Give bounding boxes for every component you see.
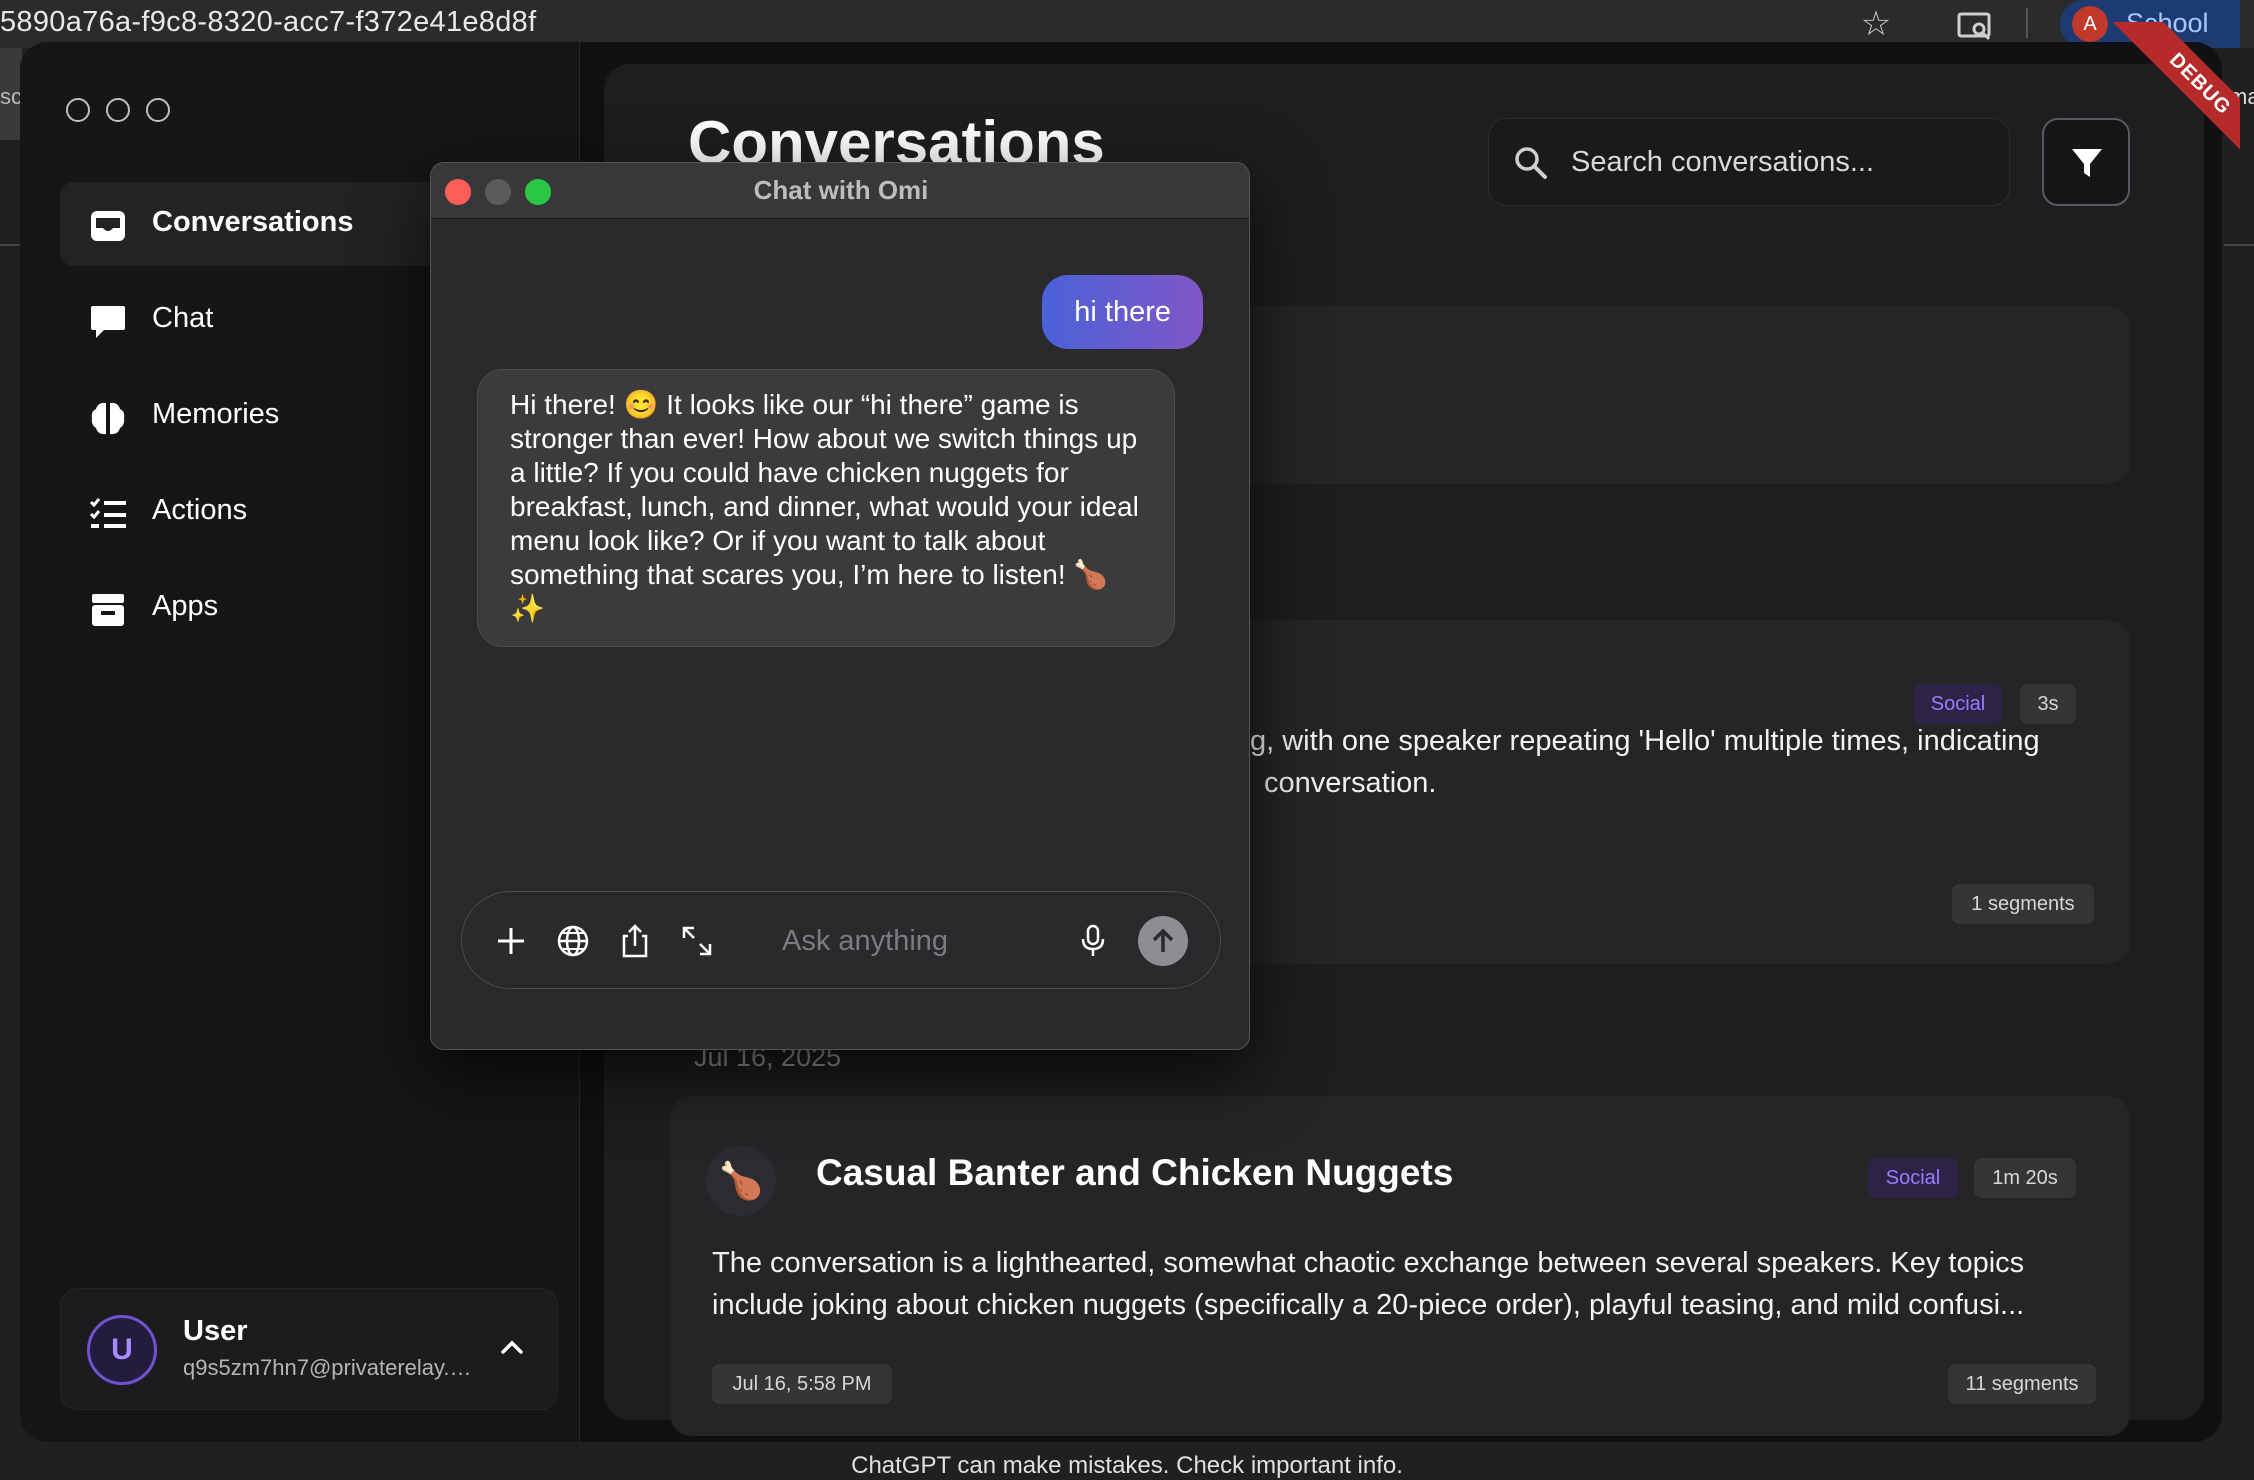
cast-icon[interactable] (1955, 6, 1995, 46)
window-zoom-control[interactable] (146, 98, 170, 122)
timestamp-badge: Jul 16, 5:58 PM (712, 1364, 892, 1404)
duration-badge: 3s (2020, 684, 2076, 724)
sidebar-item-label: Apps (152, 590, 219, 622)
message-composer (461, 891, 1221, 989)
user-name: User (183, 1315, 248, 1347)
user-account-menu[interactable]: U User q9s5zm7hn7@privaterelay.appleid.c… (60, 1288, 558, 1410)
category-badge: Social (1868, 1158, 1958, 1198)
chicken-drumstick-icon: 🍗 (706, 1146, 776, 1216)
debug-ribbon: DEBUG (2080, 22, 2240, 182)
sidebar-item-label: Chat (152, 302, 214, 334)
conversation-summary-continued: conversation. (1264, 767, 1437, 799)
expand-icon[interactable] (678, 922, 716, 960)
conversation-summary: g, with one speaker repeating 'Hello' mu… (1250, 725, 2040, 757)
search-input[interactable] (1569, 139, 1989, 185)
bookmark-star-icon[interactable]: ☆ (1856, 4, 1896, 44)
toolbar-separator (2026, 8, 2028, 38)
sidebar-item-label: Memories (152, 398, 280, 430)
background-divider-right (2224, 244, 2254, 246)
chat-window-titlebar[interactable]: Chat with Omi (431, 163, 1249, 219)
assistant-message-bubble: Hi there! 😊 It looks like our “hi there”… (477, 369, 1175, 647)
chevron-up-icon[interactable] (497, 1333, 527, 1363)
message-input[interactable] (780, 918, 1060, 964)
conversation-summary: The conversation is a lighthearted, some… (712, 1247, 2025, 1321)
user-message-bubble: hi there (1042, 275, 1203, 349)
avatar: U (87, 1315, 157, 1385)
store-icon (92, 594, 124, 626)
chat-window-title: Chat with Omi (753, 175, 929, 205)
send-button[interactable] (1138, 916, 1188, 966)
conversation-card[interactable]: 🍗 Casual Banter and Chicken Nuggets Soci… (670, 1096, 2130, 1436)
duration-badge: 1m 20s (1974, 1158, 2076, 1198)
brain-icon (91, 402, 125, 435)
chat-window: Chat with Omi hi there Hi there! 😊 It lo… (430, 162, 1250, 1050)
category-badge: Social (1914, 684, 2002, 724)
microphone-icon[interactable] (1074, 922, 1112, 960)
chat-bubble-icon (91, 306, 125, 338)
search-icon (1515, 147, 1547, 179)
debug-label: DEBUG (2109, 22, 2240, 175)
background-divider (0, 244, 22, 246)
sidebar-item-label: Conversations (152, 206, 354, 238)
user-email: q9s5zm7hn7@privaterelay.appleid.com (183, 1355, 483, 1380)
window-close-control[interactable] (66, 98, 90, 122)
share-icon[interactable] (616, 922, 654, 960)
browser-toolbar: 5890a76a-f9c8-8320-acc7-f372e41e8d8f ☆ A… (0, 0, 2254, 48)
background-tab-text: sc (0, 84, 22, 109)
address-bar-url[interactable]: 5890a76a-f9c8-8320-acc7-f372e41e8d8f (0, 6, 536, 39)
globe-icon[interactable] (554, 922, 592, 960)
sidebar-item-label: Actions (152, 494, 248, 526)
checklist-icon (89, 498, 126, 528)
segments-badge: 1 segments (1952, 884, 2094, 924)
conversation-title: Casual Banter and Chicken Nuggets (816, 1152, 1454, 1193)
search-box[interactable] (1488, 118, 2010, 206)
window-minimize-control[interactable] (106, 98, 130, 122)
arrow-up-icon (1152, 928, 1174, 952)
footer-disclaimer: ChatGPT can make mistakes. Check importa… (851, 1452, 1403, 1479)
segments-badge: 11 segments (1948, 1364, 2096, 1404)
inbox-icon (91, 211, 125, 241)
plus-icon[interactable] (492, 922, 530, 960)
